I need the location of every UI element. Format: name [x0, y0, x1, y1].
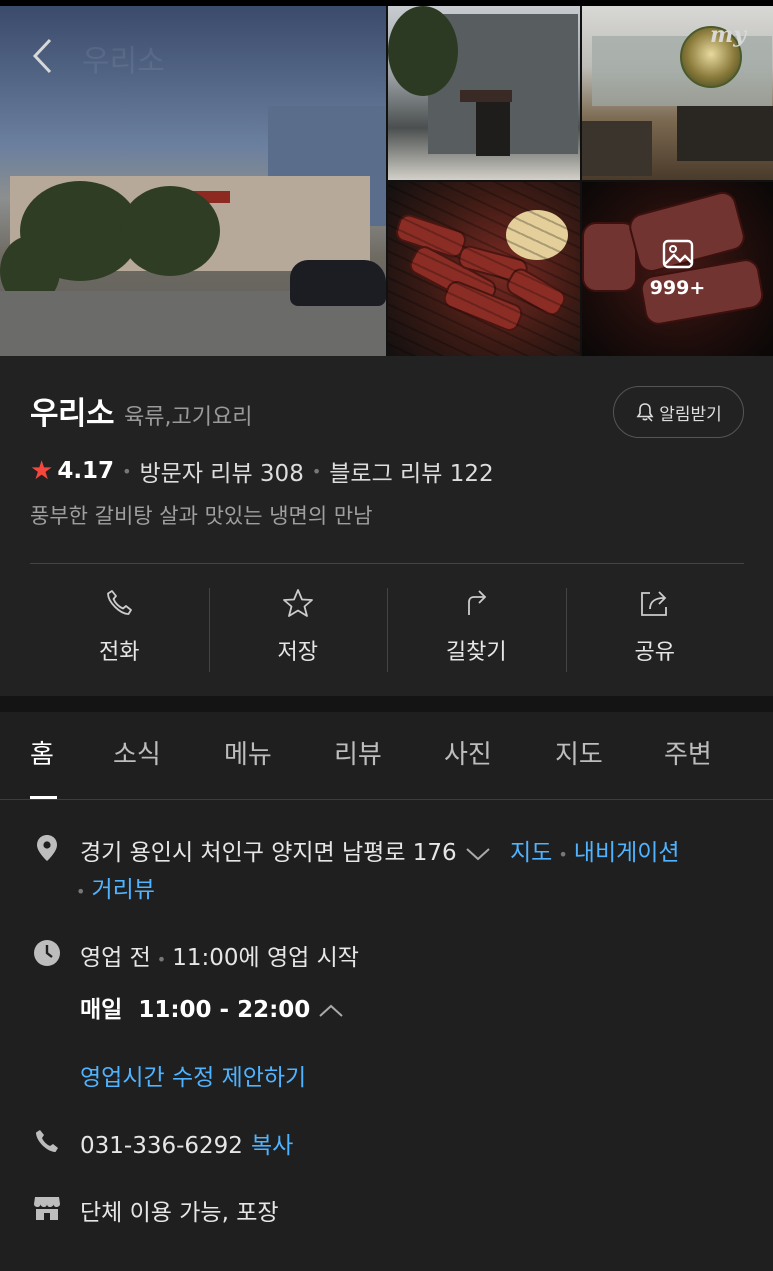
address-text: 경기 용인시 처인구 양지면 남평로 176: [80, 840, 457, 866]
tab-nearby[interactable]: 주변: [664, 734, 712, 771]
phone-icon: [33, 1127, 61, 1155]
place-category: 육류,고기요리: [124, 405, 253, 430]
separator-dot: •: [76, 882, 86, 901]
tab-home[interactable]: 홈: [30, 734, 54, 771]
star-icon: [282, 589, 313, 617]
photo-entrance[interactable]: [388, 6, 580, 180]
phone-number[interactable]: 031-336-6292: [80, 1133, 243, 1159]
alert-label: 알림받기: [659, 404, 722, 424]
amenities-text: 단체 이용 가능, 포장: [80, 1200, 279, 1226]
save-button[interactable]: 저장: [208, 584, 388, 676]
tab-bar: 홈 소식 메뉴 리뷰 사진 지도 주변: [0, 712, 773, 800]
place-summary: 우리소 육류,고기요리 알림받기 ★ 4.17 • 방문자 리뷰 308 • 블…: [0, 356, 773, 696]
photo-count: 999+: [649, 277, 706, 299]
rating-star-icon: ★: [30, 456, 54, 486]
action-bar: 전화 저장 길찾기 공유: [30, 584, 744, 676]
directions-icon: [468, 590, 487, 615]
separator-dot: •: [156, 950, 167, 969]
share-label: 공유: [634, 640, 675, 665]
tab-map[interactable]: 지도: [555, 734, 603, 771]
my-label: my: [710, 22, 747, 48]
chevron-left-icon: [32, 38, 52, 74]
rating-row: ★ 4.17 • 방문자 리뷰 308 • 블로그 리뷰 122: [30, 454, 494, 488]
photo-gallery[interactable]: 우리소 my 999+: [0, 6, 773, 356]
hours-status-row: 영업 전 • 11:00에 영업 시작: [80, 938, 359, 972]
navigation-link[interactable]: 내비게이션: [574, 840, 680, 866]
place-details: 경기 용인시 처인구 양지면 남평로 176 지도 • 내비게이션 • 거리뷰 영업 …: [0, 800, 773, 1271]
map-link[interactable]: 지도: [510, 840, 552, 866]
rating-value: 4.17: [57, 458, 115, 484]
open-status-detail: 11:00에 영업 시작: [172, 945, 359, 971]
directions-label: 길찾기: [445, 640, 507, 665]
phone-icon: [107, 590, 133, 615]
clock-icon: [33, 939, 61, 967]
bell-icon: [636, 403, 654, 422]
separator-dot: •: [122, 461, 132, 481]
hours-row[interactable]: 매일 11:00 - 22:00: [80, 990, 344, 1024]
header-ghost-title: 우리소: [82, 44, 165, 79]
tab-news[interactable]: 소식: [113, 734, 161, 771]
store-icon: [33, 1194, 61, 1222]
alert-button[interactable]: 알림받기: [613, 386, 744, 438]
address-row: 경기 용인시 처인구 양지면 남평로 176 지도 • 내비게이션: [80, 833, 680, 867]
call-label: 전화: [99, 640, 140, 665]
call-button[interactable]: 전화: [30, 584, 209, 676]
tab-menu[interactable]: 메뉴: [224, 734, 272, 771]
photo-grilled-beef[interactable]: [388, 182, 580, 356]
separator-dot: •: [558, 845, 568, 864]
place-description: 풍부한 갈비탕 살과 맛있는 냉면의 만남: [30, 504, 373, 528]
place-name: 우리소: [30, 396, 115, 432]
phone-row: 031-336-6292 복사: [80, 1126, 293, 1160]
divider: [30, 563, 744, 564]
chevron-down-icon[interactable]: [465, 846, 491, 862]
hours-days: 매일: [80, 997, 123, 1023]
open-status: 영업 전: [80, 945, 151, 971]
suggest-hours-link[interactable]: 영업시간 수정 제안하기: [80, 1058, 306, 1092]
blog-reviews-link[interactable]: 블로그 리뷰 122: [329, 454, 493, 488]
name-row: 우리소 육류,고기요리: [30, 388, 253, 433]
streetview-link[interactable]: 거리뷰: [91, 877, 154, 903]
back-button[interactable]: [28, 34, 58, 78]
copy-phone-button[interactable]: 복사: [251, 1133, 293, 1159]
tab-reviews[interactable]: 리뷰: [334, 734, 382, 771]
more-photos-button[interactable]: 999+: [582, 182, 773, 356]
active-tab-indicator: [30, 796, 57, 799]
share-icon: [640, 591, 667, 616]
separator-dot: •: [311, 461, 322, 481]
visitor-reviews-link[interactable]: 방문자 리뷰 308: [140, 454, 304, 488]
save-label: 저장: [277, 640, 318, 665]
image-icon: [662, 239, 693, 269]
tab-photos[interactable]: 사진: [444, 734, 492, 771]
location-pin-icon: [33, 834, 61, 862]
streetview-row: • 거리뷰: [76, 870, 155, 904]
chevron-up-icon[interactable]: [318, 1003, 344, 1019]
directions-button[interactable]: 길찾기: [387, 584, 566, 676]
section-gap: [0, 696, 773, 712]
share-button[interactable]: 공유: [565, 584, 745, 676]
hours-range: 11:00 - 22:00: [138, 997, 311, 1023]
